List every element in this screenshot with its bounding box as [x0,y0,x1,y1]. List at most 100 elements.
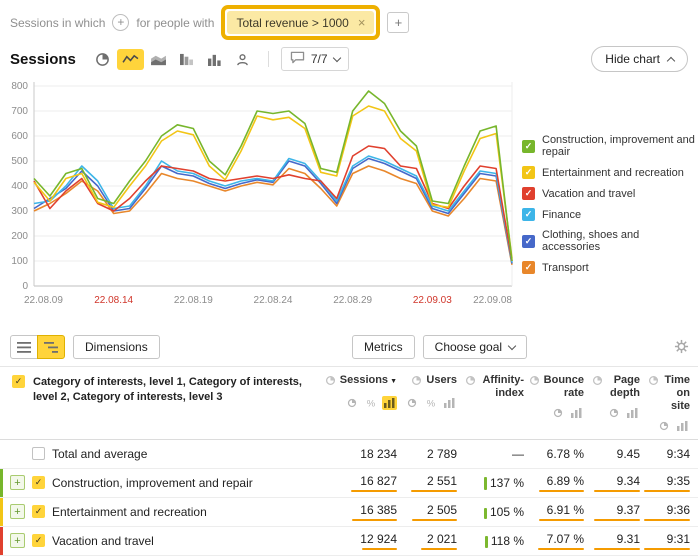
stacked-bars-icon[interactable] [173,49,200,70]
select-all-checkbox[interactable] [12,375,25,388]
metrics-button[interactable]: Metrics [352,335,415,359]
column-header-sessions[interactable]: Sessions% [330,374,405,410]
table-row: Total and average18 2342 789—6.78 %9.459… [0,440,698,469]
metric-cell: — [465,447,532,461]
metric-cell: 9:31 [648,532,698,550]
legend-checkbox[interactable] [522,261,535,274]
hide-chart-button[interactable]: Hide chart [591,46,688,72]
metric-cell: 9.37 [592,503,648,521]
percent-toggle-icon[interactable]: % [363,396,378,410]
chart-header: Sessions 7/7 Hide chart [0,41,698,76]
tree-view-button[interactable] [37,335,65,359]
row-checkbox[interactable] [32,447,45,460]
pie-toggle-icon[interactable] [656,419,671,433]
choose-goal-button[interactable]: Choose goal [423,335,527,359]
metric-cell: 118 % [465,534,532,548]
table-row: Entertainment and recreation16 3852 5051… [0,498,698,527]
bars-toggle-icon[interactable] [442,396,457,410]
add-people-condition-button[interactable] [387,12,409,33]
legend-label: Entertainment and recreation [542,167,684,179]
metric-value: 2 505 [427,503,457,517]
column-header-page-depth[interactable]: Page depth [592,374,648,420]
flat-view-button[interactable] [10,335,38,359]
row-color-strip [0,498,3,526]
column-header-affinity-index[interactable]: Affinity-index [465,374,532,420]
pie-toggle-icon[interactable] [404,396,419,410]
column-header-bounce-rate[interactable]: Bounce rate [532,374,592,420]
metric-donut-icon [648,374,659,390]
svg-text:22.09.03: 22.09.03 [413,295,452,306]
legend-checkbox[interactable] [522,235,535,248]
legend-checkbox[interactable] [522,187,535,200]
bars-toggle-icon[interactable] [569,406,584,420]
chevron-up-icon [667,56,675,64]
bars-toggle-icon[interactable] [625,406,640,420]
metric-cell: 9.31 [592,532,648,550]
comment-bubble-icon [290,51,305,67]
svg-text:800: 800 [11,81,28,92]
comments-button[interactable]: 7/7 [281,47,349,71]
value-bar [594,519,640,521]
metric-cell: 16 827 [330,474,405,492]
stacked-area-icon[interactable] [145,49,172,70]
row-checkbox[interactable] [32,505,45,518]
column-header-users[interactable]: Users% [405,374,465,410]
pie-toggle-icon[interactable] [550,406,565,420]
row-checkbox[interactable] [32,476,45,489]
metric-cell: 137 % [465,476,532,490]
legend-checkbox[interactable] [522,166,535,179]
legend-checkbox[interactable] [522,208,535,221]
bars-toggle-icon[interactable] [675,419,690,433]
pie-toggle-icon[interactable] [344,396,359,410]
expand-row-button[interactable] [10,533,25,548]
svg-text:22.08.14: 22.08.14 [94,295,133,306]
view-mode-switcher [10,335,65,359]
settings-gear-icon[interactable] [674,339,689,357]
pie-toggle-icon[interactable] [606,406,621,420]
legend-item-construction-improvement-and-repair: Construction, improvement and repair [522,134,698,158]
legend-item-vacation-and-travel: Vacation and travel [522,187,698,200]
table-header-row: Category of interests, level 1, Category… [0,366,698,440]
chevron-down-icon [508,341,516,349]
segment-chip[interactable]: Total revenue > 1000 [227,11,374,34]
legend-label: Transport [542,262,589,274]
metric-value: 6.78 % [547,447,584,461]
add-session-condition-button[interactable] [112,14,129,31]
column-label: Page depth [607,374,640,400]
metric-cell: 105 % [465,505,532,519]
expand-row-button[interactable] [10,504,25,519]
metric-donut-icon [325,374,336,390]
divider [268,51,269,67]
dimension-header-label: Category of interests, level 1, Category… [33,375,322,405]
svg-text:%: % [426,398,435,408]
pie-chart-icon[interactable] [89,49,116,70]
line-chart-icon[interactable] [117,49,144,70]
metric-cell: 7.07 % [532,532,592,550]
metric-value: 2 551 [427,474,457,488]
column-header-time-on-site[interactable]: Time on site [648,374,698,434]
metric-value: 9.45 [617,447,640,461]
sessions-in-which-label: Sessions in which [10,16,105,30]
expand-row-button[interactable] [10,475,25,490]
metric-value: 9.34 [617,474,640,488]
chevron-down-icon [332,53,340,61]
columns-chart-icon[interactable] [201,49,228,70]
metric-cell: 9:35 [648,474,698,492]
legend-checkbox[interactable] [522,140,535,153]
metric-value: 6.89 % [547,474,584,488]
remove-segment-icon[interactable] [358,15,366,30]
dimensions-button[interactable]: Dimensions [73,335,160,359]
metric-value: 2 021 [427,532,457,546]
column-label: Bounce rate [544,374,584,400]
legend-item-transport: Transport [522,261,698,274]
metric-donut-icon [465,374,476,390]
metric-cell: 9.45 [592,447,648,461]
audience-icon[interactable] [229,49,256,70]
metric-value: 9:36 [667,503,690,517]
legend-item-clothing-shoes-and-accessories: Clothing, shoes and accessories [522,229,698,253]
bars-toggle-icon[interactable] [382,396,397,410]
metric-value: 105 % [490,505,524,519]
percent-toggle-icon[interactable]: % [423,396,438,410]
row-dimension-cell: Entertainment and recreation [0,498,330,526]
row-checkbox[interactable] [32,534,45,547]
